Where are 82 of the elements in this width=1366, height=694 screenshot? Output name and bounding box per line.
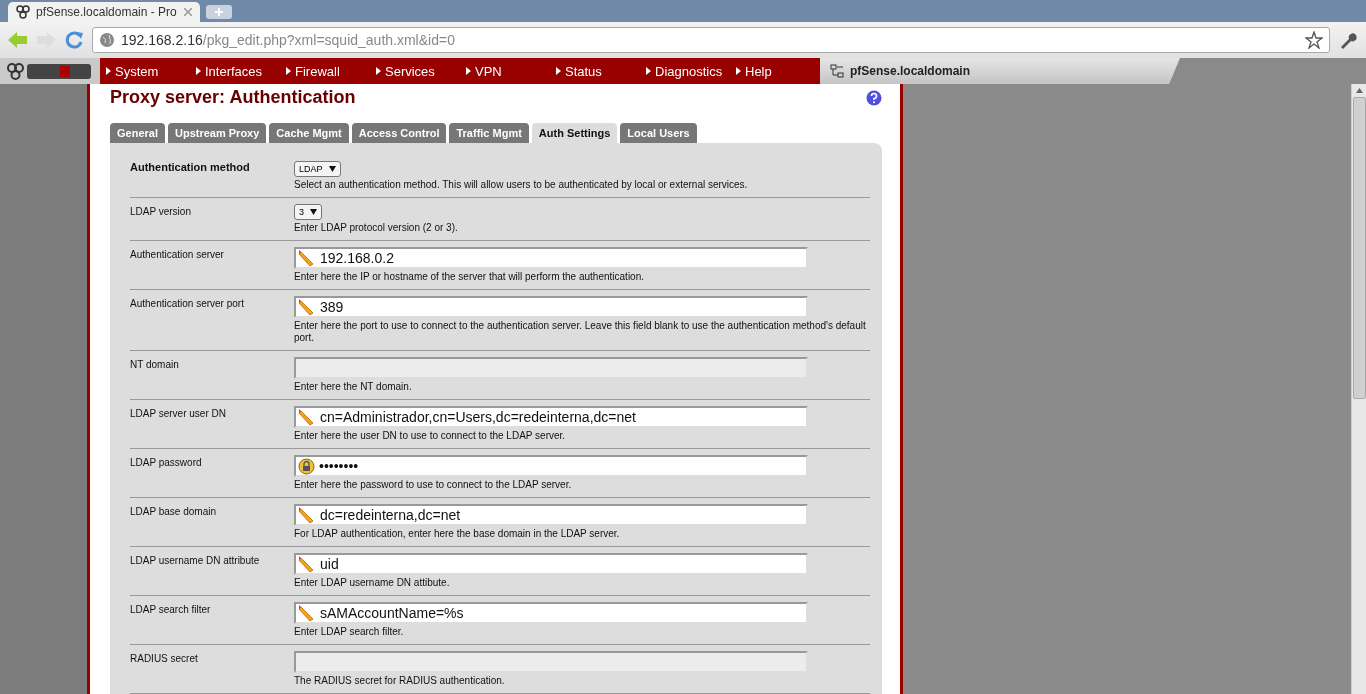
url-path: /pkg_edit.php?xml=squid_auth.xml&id=0 xyxy=(202,32,455,48)
input-field[interactable]: cn=Administrador,cn=Users,dc=redeinterna,dc=net xyxy=(294,406,808,428)
field-label: LDAP username DN attribute xyxy=(130,554,261,568)
nav-menu-item[interactable]: Help xyxy=(730,63,820,79)
nav-menu-item[interactable]: Services xyxy=(370,63,460,79)
help-icon[interactable] xyxy=(866,89,882,106)
browser-tab[interactable]: pfSense.localdomain - Pro xyxy=(8,2,200,22)
help-text: Enter here the NT domain. xyxy=(294,381,412,393)
help-text: Enter here the user DN to use to connect to the LDAP server. xyxy=(294,430,566,442)
nav-arrow-icon xyxy=(286,67,291,75)
input-field[interactable]: dc=redeinterna,dc=net xyxy=(294,504,808,526)
nav-menu-item[interactable]: System xyxy=(100,63,190,79)
pencil-icon xyxy=(298,298,316,316)
pencil-icon xyxy=(298,604,316,622)
star-icon[interactable] xyxy=(1305,31,1323,49)
input-field[interactable]: 389 xyxy=(294,296,808,318)
nav-arrow-icon xyxy=(556,67,561,75)
input-field[interactable]: uid xyxy=(294,553,808,575)
tab[interactable]: Access Control xyxy=(351,123,447,143)
field-label: RADIUS secret xyxy=(130,652,199,666)
field-label: Authentication server xyxy=(130,248,225,262)
address-bar[interactable]: 192.168.2.16/pkg_edit.php?xml=squid_auth.xml&id=0 xyxy=(92,27,1330,53)
url-host: 192.168.2.16 xyxy=(121,32,203,48)
nav-menu-item[interactable]: VPN xyxy=(460,63,550,79)
field-label: NT domain xyxy=(130,358,180,372)
pencil-icon xyxy=(298,506,316,524)
lock-icon xyxy=(298,457,315,475)
pencil-icon xyxy=(298,408,316,426)
help-text: Enter LDAP protocol version (2 or 3). xyxy=(294,222,458,234)
tab[interactable]: Traffic Mgmt xyxy=(449,123,529,143)
nav-menu-item[interactable]: Diagnostics xyxy=(640,63,730,79)
help-text: Enter here the port to use to connect to the authentication server. Leave this field blank to use the authentication method's default port. xyxy=(294,320,867,344)
hostname-bar: pfSense.localdomain xyxy=(820,58,1180,84)
tab[interactable]: Upstream Proxy xyxy=(167,123,267,143)
field-label: Authentication method xyxy=(130,160,251,175)
new-tab-button[interactable] xyxy=(206,5,232,19)
plus-icon xyxy=(215,8,223,16)
nav-menu-item[interactable]: Firewall xyxy=(280,63,370,79)
caret-icon xyxy=(310,209,317,215)
help-text: Enter here the password to use to connect to the LDAP server. xyxy=(294,479,572,491)
pfsense-favicon-icon xyxy=(16,5,30,19)
input-field[interactable]: 192.168.0.2 xyxy=(294,247,808,269)
help-text: The RADIUS secret for RADIUS authentication. xyxy=(294,675,505,687)
pencil-icon xyxy=(298,249,316,267)
field-label: LDAP password xyxy=(130,456,203,470)
network-icon xyxy=(830,64,844,78)
dropdown[interactable]: LDAP xyxy=(294,161,341,177)
field-label: LDAP search filter xyxy=(130,603,212,617)
page-title: Proxy server: Authentication xyxy=(110,87,356,108)
globe-icon xyxy=(99,32,115,48)
caret-icon xyxy=(328,166,336,172)
nav-arrow-icon xyxy=(736,67,741,75)
nav-arrow-icon xyxy=(196,67,201,75)
nav-menu-item[interactable]: Interfaces xyxy=(190,63,280,79)
close-icon[interactable] xyxy=(184,8,192,16)
scroll-up-icon[interactable] xyxy=(1355,88,1363,93)
tab[interactable]: Cache Mgmt xyxy=(269,123,349,143)
scrollbar-thumb[interactable] xyxy=(1352,97,1366,399)
help-text: For LDAP authentication, enter here the base domain in the LDAP server. xyxy=(294,528,620,540)
nav-arrow-icon xyxy=(466,67,471,75)
pencil-icon xyxy=(298,555,316,573)
input-field[interactable]: sAMAccountName=%s xyxy=(294,602,808,624)
nav-menu-item[interactable]: Status xyxy=(550,63,640,79)
help-text: Enter LDAP search filter. xyxy=(294,626,404,638)
help-text: Enter here the IP or hostname of the server that will perform the authentication. xyxy=(294,271,644,283)
tab-title: pfSense.localdomain - Pro xyxy=(36,5,177,19)
tab[interactable]: General xyxy=(110,123,165,143)
help-text: Enter LDAP username DN attibute. xyxy=(294,577,450,589)
tab[interactable]: Local Users xyxy=(620,123,697,143)
field-label: Authentication server port xyxy=(130,297,245,311)
field-label: LDAP server user DN xyxy=(130,407,227,421)
field-label: LDAP version xyxy=(130,205,192,219)
nav-arrow-icon xyxy=(376,67,381,75)
reload-icon[interactable] xyxy=(64,30,84,50)
dropdown[interactable]: 3 xyxy=(294,204,322,220)
nav-arrow-icon xyxy=(646,67,651,75)
tab[interactable]: Auth Settings xyxy=(531,123,618,143)
field-label: LDAP base domain xyxy=(130,505,217,519)
help-text: Select an authentication method. This will allow users to be authenticated by local or external services. xyxy=(294,179,748,191)
nav-arrow-icon xyxy=(106,67,111,75)
input-field[interactable]: •••••••• xyxy=(294,455,808,477)
back-arrow-icon[interactable] xyxy=(8,31,28,49)
